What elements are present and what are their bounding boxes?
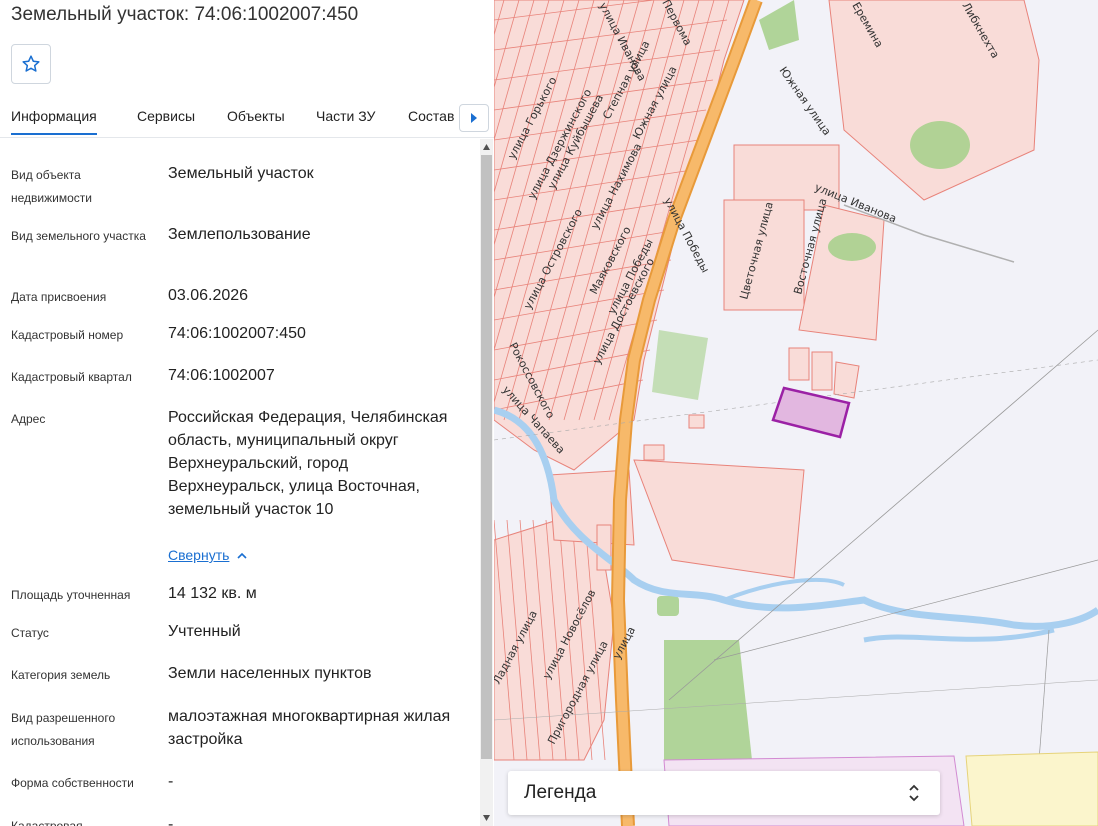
property-value: 74:06:1002007:450 (168, 325, 306, 342)
tab-composition[interactable]: Состав (408, 108, 454, 124)
property-value: - (168, 816, 174, 826)
property-label: Форма собственности (11, 776, 134, 790)
property-value: Земельный участок (168, 165, 314, 182)
expand-collapse-icon[interactable] (908, 783, 920, 803)
tab-bar: Информация Сервисы Объекты Части ЗУ Сост… (0, 96, 494, 138)
tabs-next-button[interactable] (459, 104, 489, 132)
chevron-up-icon (237, 552, 247, 559)
property-value: малоэтажная многоквартирная жилая застро… (168, 708, 451, 748)
property-value: - (168, 773, 174, 790)
tab-parts[interactable]: Части ЗУ (316, 108, 375, 124)
property-label: Вид разрешенного использования (11, 711, 116, 748)
property-label: Вид земельного участка (11, 229, 146, 243)
legend-panel[interactable]: Легенда (508, 771, 940, 815)
property-label: Дата присвоения (11, 290, 107, 304)
collapse-address-link[interactable]: Свернуть (168, 547, 247, 563)
scroll-thumb[interactable] (481, 155, 492, 759)
property-value: Учтенный (168, 623, 241, 640)
star-icon (22, 55, 40, 72)
tab-services[interactable]: Сервисы (137, 108, 195, 124)
property-label: Кадастровый номер (11, 328, 124, 342)
info-panel: Земельный участок: 74:06:1002007:450 Инф… (0, 0, 494, 826)
property-label: Статус (11, 626, 49, 640)
scroll-up-arrow-icon[interactable] (482, 142, 491, 152)
scroll-down-arrow-icon[interactable] (482, 813, 491, 823)
property-label: Площадь уточненная (11, 588, 131, 602)
chevron-right-icon (471, 113, 477, 123)
selected-parcel (771, 386, 851, 439)
page-title: Земельный участок: 74:06:1002007:450 (11, 4, 359, 25)
tab-objects[interactable]: Объекты (227, 108, 285, 124)
property-label: Кадастровая (11, 819, 83, 826)
street-label: Южная улица (777, 64, 834, 138)
cadastral-map[interactable]: улица Иванова Первома Еремина Либкнехта Южна… (494, 0, 1098, 826)
properties-list: Вид объекта недвижимости Земельный участо… (0, 139, 478, 826)
property-value: 03.06.2026 (168, 287, 249, 304)
tab-info[interactable]: Информация (11, 108, 97, 135)
map-canvas[interactable]: улица Иванова Первома Еремина ЛибкнехтаЮжна… (494, 0, 1098, 826)
collapse-label: Свернуть (168, 547, 230, 563)
property-label: Адрес (11, 412, 46, 426)
property-value: Землепользование (168, 226, 311, 243)
property-value: 14 132 кв. м (168, 585, 257, 602)
favorite-button[interactable] (11, 44, 51, 84)
scrollbar[interactable] (480, 139, 493, 826)
property-value: 74:06:1002007 (168, 367, 275, 384)
property-label: Кадастровый квартал (11, 370, 132, 384)
property-value: Российская Федерация, Челябинская област… (168, 409, 448, 518)
property-label: Вид объекта недвижимости (11, 168, 92, 205)
property-label: Категория земель (11, 668, 111, 682)
legend-label: Легенда (524, 782, 597, 803)
property-value: Земли населенных пунктов (168, 665, 372, 682)
